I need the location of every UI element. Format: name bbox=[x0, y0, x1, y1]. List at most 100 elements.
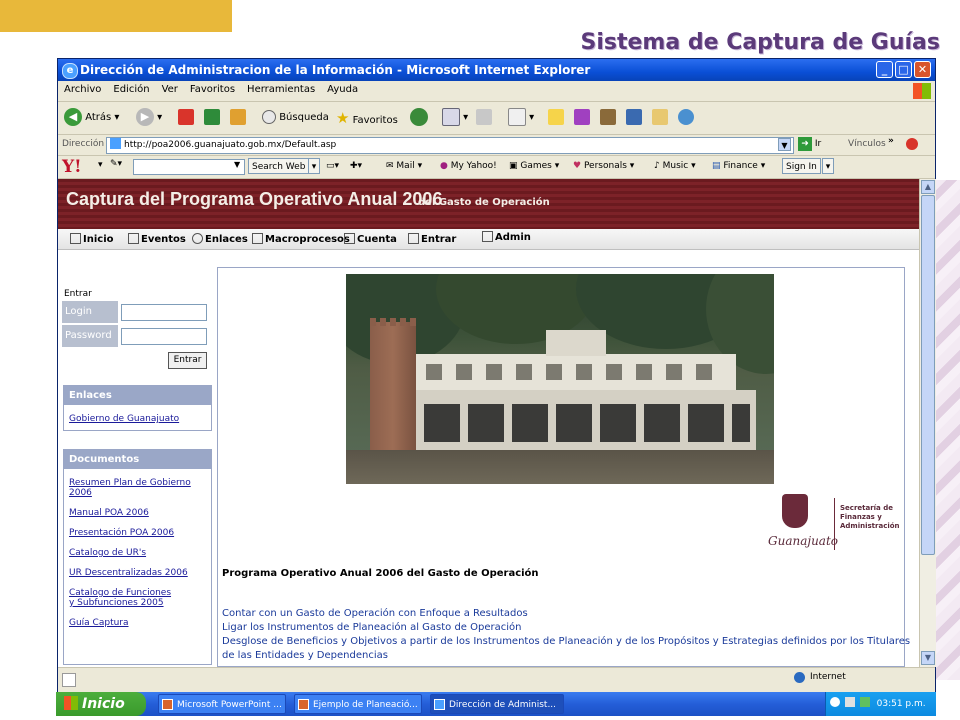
personals-link[interactable]: ♥ Personals ▾ bbox=[573, 161, 634, 171]
sign-in-button[interactable]: Sign In bbox=[782, 158, 821, 174]
yahoo-menu-icon[interactable]: ▾ bbox=[98, 160, 103, 170]
my-yahoo-label: My Yahoo! bbox=[450, 161, 497, 171]
doc-link-resumen[interactable]: Resumen Plan de Gobierno 2006 bbox=[64, 478, 211, 498]
login-heading: Entrar bbox=[64, 289, 92, 299]
back-button[interactable]: ◀ Atrás ▾ bbox=[64, 108, 119, 128]
login-input[interactable] bbox=[121, 304, 207, 321]
edit-button[interactable]: ▾ bbox=[508, 108, 534, 128]
main-link-2[interactable]: Ligar los Instrumentos de Planeación al … bbox=[222, 622, 521, 633]
my-yahoo-link[interactable]: ● My Yahoo! bbox=[440, 161, 497, 171]
taskbar-item-powerpoint[interactable]: Microsoft PowerPoint ... bbox=[158, 694, 286, 714]
sign-in-dropdown-icon[interactable]: ▾ bbox=[822, 158, 834, 174]
signal-icon[interactable] bbox=[859, 697, 870, 707]
nav-enlaces[interactable]: Enlaces bbox=[192, 233, 248, 245]
start-button[interactable]: Inicio bbox=[56, 692, 146, 716]
scroll-down-icon[interactable]: ▼ bbox=[921, 651, 935, 665]
vertical-scrollbar[interactable]: ▲ ▼ bbox=[919, 179, 936, 667]
menu-ver[interactable]: Ver bbox=[156, 81, 184, 98]
nav-inicio-label: Inicio bbox=[83, 234, 114, 245]
network-icon[interactable] bbox=[844, 697, 855, 707]
doc-link-manual[interactable]: Manual POA 2006 bbox=[64, 508, 211, 518]
link-icon bbox=[192, 233, 203, 244]
favorites-label: Favoritos bbox=[352, 115, 398, 126]
toolbar-extra-icon[interactable] bbox=[906, 138, 918, 150]
menu-edicion[interactable]: Edición bbox=[107, 81, 155, 98]
taskbar-item-planeacion[interactable]: Ejemplo de Planeació... bbox=[294, 694, 422, 714]
doc-link-ur-descentralizadas[interactable]: UR Descentralizadas 2006 bbox=[64, 568, 211, 578]
research-button[interactable] bbox=[600, 108, 616, 128]
nav-inicio[interactable]: Inicio bbox=[70, 233, 114, 245]
search-web-dropdown-icon[interactable]: ▾ bbox=[308, 158, 320, 174]
menu-herramientas[interactable]: Herramientas bbox=[241, 81, 321, 98]
finance-link[interactable]: ▤ Finance ▾ bbox=[712, 161, 765, 171]
pencil-icon[interactable]: ✎▾ bbox=[110, 159, 122, 169]
menu-ayuda[interactable]: Ayuda bbox=[321, 81, 364, 98]
users-icon bbox=[678, 109, 694, 125]
forward-button[interactable]: ▶ ▾ bbox=[136, 108, 162, 128]
nav-entrar[interactable]: Entrar bbox=[408, 233, 456, 245]
nav-admin[interactable]: Admin bbox=[482, 231, 531, 243]
home-button[interactable] bbox=[230, 108, 246, 128]
page-status-icon bbox=[62, 673, 76, 687]
ie-icon bbox=[434, 699, 445, 710]
main-link-1[interactable]: Contar con un Gasto de Operación con Enf… bbox=[222, 608, 528, 619]
highlight-icon[interactable]: ▭▾ bbox=[326, 161, 339, 171]
main-link-3[interactable]: Desglose de Beneficios y Objetivos a par… bbox=[222, 636, 910, 647]
maximize-button[interactable]: □ bbox=[895, 61, 912, 78]
taskbar-item-ie[interactable]: Dirección de Administ... bbox=[430, 694, 564, 714]
yahoo-search-input[interactable] bbox=[133, 159, 245, 175]
address-dropdown-icon[interactable]: ▼ bbox=[778, 138, 791, 151]
login-label: Login bbox=[62, 301, 118, 323]
doc-link-catalogo-funciones[interactable]: Catalogo de Funciones y Subfunciones 200… bbox=[64, 588, 184, 608]
links-label[interactable]: Vínculos bbox=[848, 139, 886, 149]
password-input[interactable] bbox=[121, 328, 207, 345]
refresh-button[interactable] bbox=[204, 108, 220, 128]
nav-cuenta[interactable]: Cuenta bbox=[344, 233, 397, 245]
search-button[interactable]: Búsqueda bbox=[262, 108, 329, 128]
coat-of-arms-icon bbox=[782, 494, 808, 528]
favorites-button[interactable]: ★ Favoritos bbox=[336, 108, 398, 128]
print-button[interactable] bbox=[476, 108, 492, 128]
start-label: Inicio bbox=[82, 696, 125, 712]
chevron-icon[interactable]: » bbox=[888, 136, 894, 146]
back-label: Atrás bbox=[85, 112, 112, 123]
finance-icon: ▤ bbox=[712, 161, 721, 171]
close-button[interactable]: ✕ bbox=[914, 61, 931, 78]
print-icon bbox=[476, 109, 492, 125]
games-link[interactable]: ▣ Games ▾ bbox=[509, 161, 559, 171]
clock[interactable]: 03:51 p.m. bbox=[877, 699, 926, 709]
history-button[interactable] bbox=[410, 108, 428, 128]
yahoo-search-dropdown-icon[interactable]: ▼ bbox=[234, 160, 240, 169]
search-web-button[interactable]: Search Web bbox=[248, 158, 310, 174]
discuss-button[interactable] bbox=[548, 108, 564, 128]
stop-button[interactable] bbox=[178, 108, 194, 128]
yahoo-mail-link[interactable]: ✉ Mail ▾ bbox=[386, 161, 422, 171]
messenger-button[interactable] bbox=[574, 108, 590, 128]
nav-eventos[interactable]: Eventos bbox=[128, 233, 186, 245]
scroll-up-icon[interactable]: ▲ bbox=[921, 180, 935, 194]
password-label: Password bbox=[62, 325, 118, 347]
go-button[interactable]: ➜ Ir bbox=[798, 137, 821, 151]
minimize-button[interactable]: _ bbox=[876, 61, 893, 78]
address-input[interactable]: http://poa2006.guanajuato.gob.mx/Default… bbox=[106, 137, 794, 154]
tray-arrow-icon[interactable] bbox=[830, 697, 840, 707]
doc-link-guia-captura[interactable]: Guía Captura bbox=[64, 618, 211, 628]
nav-macroprocesos[interactable]: Macroprocesos bbox=[252, 233, 350, 245]
tool-button-b[interactable] bbox=[652, 108, 668, 128]
menu-favoritos[interactable]: Favoritos bbox=[184, 81, 241, 98]
menu-archivo[interactable]: Archivo bbox=[58, 81, 107, 98]
gobierno-guanajuato-link[interactable]: Gobierno de Guanajuato bbox=[64, 414, 211, 424]
finance-label: Finance bbox=[723, 161, 758, 171]
doc-link-catalogo-ur[interactable]: Catalogo de UR's bbox=[64, 548, 211, 558]
tool-button-a[interactable] bbox=[626, 108, 642, 128]
main-link-4[interactable]: de las Entidades y Dependencias bbox=[222, 650, 388, 661]
doc-link-presentacion[interactable]: Presentación POA 2006 bbox=[64, 528, 211, 538]
login-submit-button[interactable]: Entrar bbox=[168, 352, 207, 369]
music-link[interactable]: ♪ Music ▾ bbox=[654, 161, 696, 171]
scroll-thumb[interactable] bbox=[921, 195, 935, 555]
tool-button-c[interactable] bbox=[678, 108, 694, 128]
music-icon: ♪ bbox=[654, 161, 660, 171]
yahoo-logo-icon[interactable]: Y! bbox=[62, 157, 82, 177]
mail-button[interactable]: ▾ bbox=[442, 108, 468, 128]
antispy-icon[interactable]: ✚▾ bbox=[350, 161, 362, 171]
